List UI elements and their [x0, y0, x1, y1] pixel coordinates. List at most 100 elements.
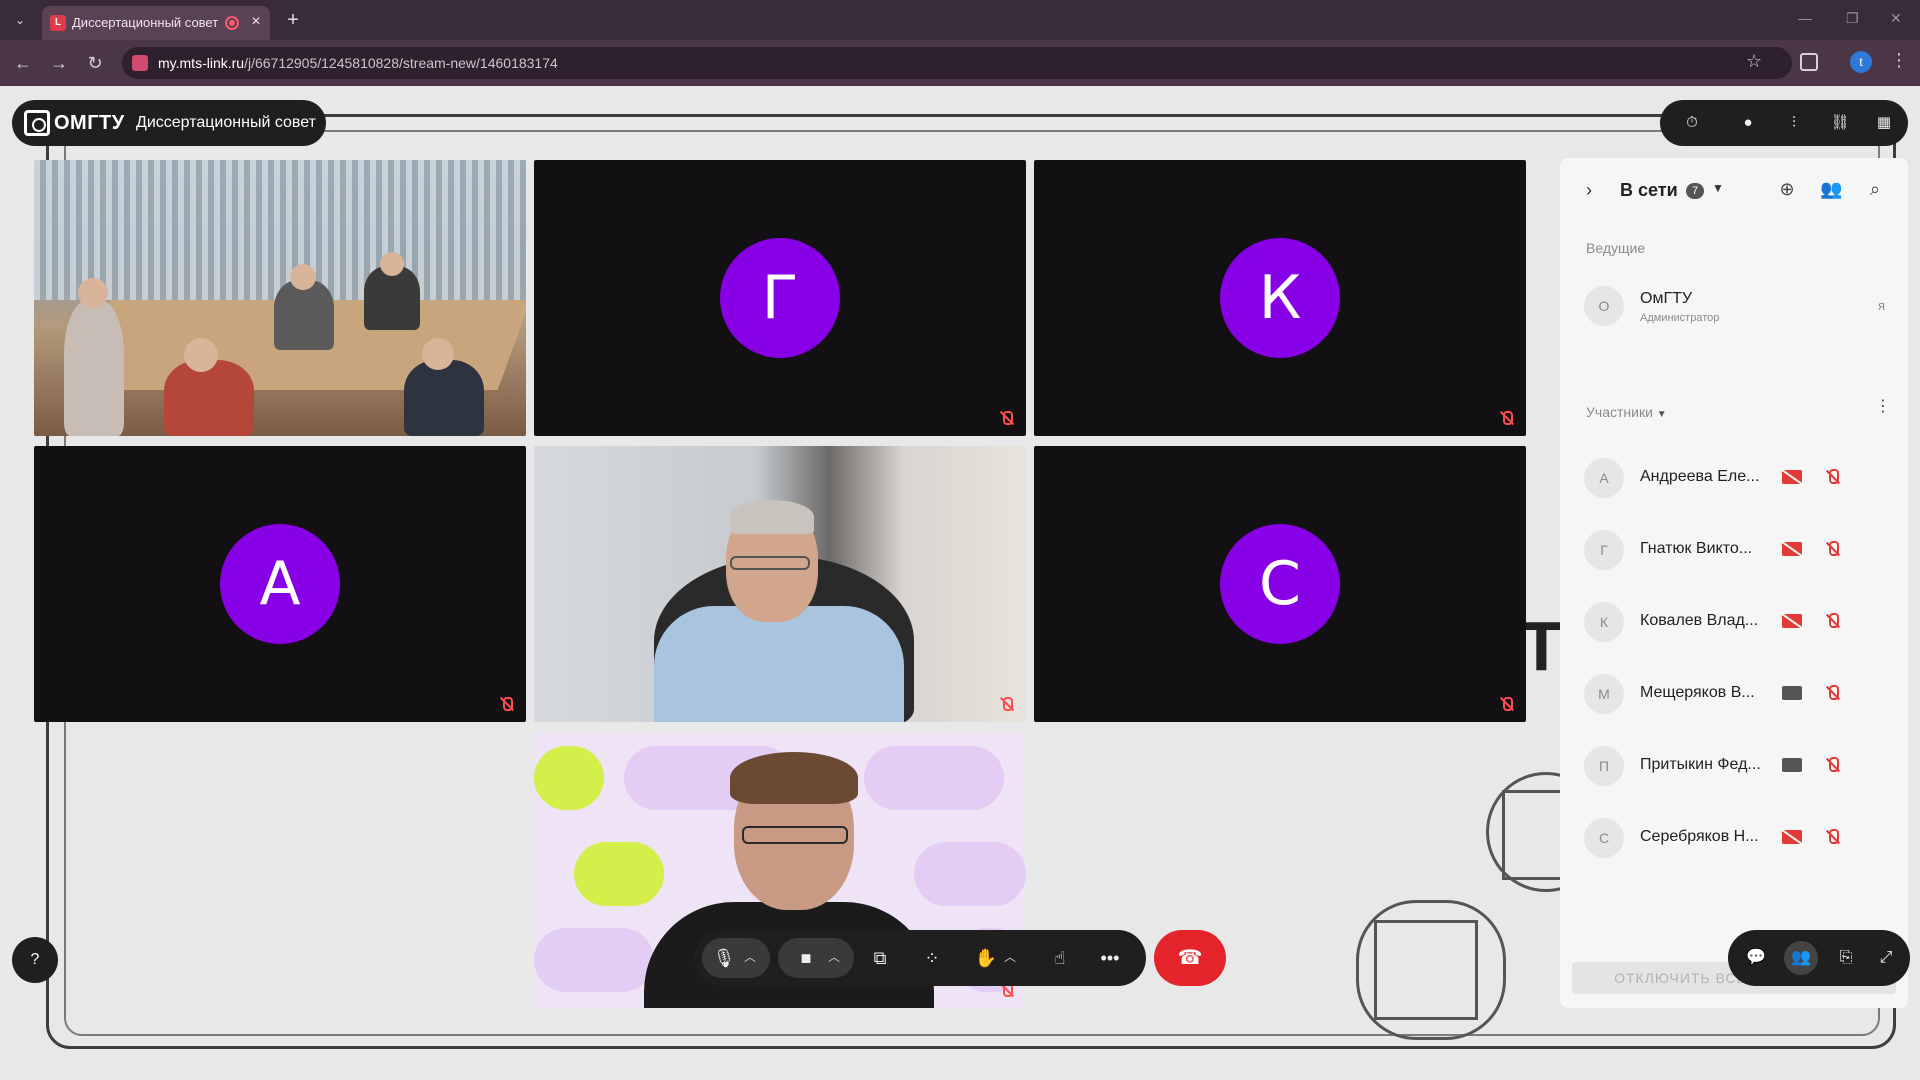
host-name: ОмГТУ [1640, 290, 1693, 307]
list-item[interactable]: С Серебряков Н... [1560, 808, 1908, 868]
group-icon[interactable]: 👥 [1820, 178, 1842, 200]
video-tile[interactable]: К [1034, 160, 1526, 436]
logo-icon [24, 110, 50, 136]
site-info-icon[interactable] [132, 55, 148, 71]
help-button[interactable]: ? [12, 937, 58, 983]
files-icon[interactable]: ⎘ [1834, 946, 1858, 970]
hangup-button[interactable]: ☎ [1154, 930, 1226, 986]
camera-icon[interactable]: ■ [794, 946, 818, 970]
list-item[interactable]: А Андреева Еле... [1560, 448, 1908, 508]
participant-avatar: Г [720, 238, 840, 358]
browser-tab[interactable]: L Диссертационный совет - × [42, 6, 270, 40]
video-tile[interactable]: С [1034, 446, 1526, 722]
minimize-icon[interactable]: — [1798, 10, 1812, 26]
participants-panel: › В сети 7 ▼ ⊕ 👥 ⌕ Ведущие О ОмГТУ Админ… [1560, 158, 1908, 1008]
hosts-label: Ведущие [1586, 240, 1646, 256]
add-participant-icon[interactable]: ⊕ [1776, 178, 1798, 200]
hangup-icon: ☎ [1177, 947, 1203, 969]
video-tile[interactable] [34, 160, 526, 436]
apps-grid-icon[interactable]: ▦ [1874, 113, 1894, 133]
reaction-icon[interactable]: ☝ [1048, 946, 1072, 970]
avatar: О [1584, 286, 1624, 326]
chevron-up-icon[interactable]: ︿ [828, 948, 840, 965]
mic-off-icon[interactable] [1824, 540, 1842, 558]
camera-off-icon[interactable] [1782, 614, 1802, 628]
timer-icon[interactable]: ⏱ [1682, 113, 1702, 133]
mic-off-icon[interactable] [1824, 828, 1842, 846]
video-tile[interactable] [534, 446, 1026, 722]
raise-hand-icon[interactable]: ✋ [974, 946, 998, 970]
participant-name: Андреева Еле... [1640, 468, 1760, 485]
new-tab-button[interactable]: + [282, 9, 304, 31]
extensions-icon[interactable] [1800, 53, 1818, 71]
mic-off-icon [998, 410, 1014, 426]
host-row[interactable]: О ОмГТУ Администратор я [1560, 276, 1908, 336]
mic-off-icon[interactable] [1824, 756, 1842, 774]
layout-icon[interactable]: ⤢ [1874, 946, 1898, 970]
participants-icon[interactable]: 👥 [1784, 941, 1818, 975]
chat-icon[interactable]: 💬 [1744, 946, 1768, 970]
panel-title[interactable]: В сети [1620, 180, 1678, 201]
participant-figure [164, 360, 254, 436]
participant-figure [78, 278, 108, 308]
camera-off-icon[interactable] [1782, 830, 1802, 844]
video-tile[interactable]: А [34, 446, 526, 722]
camera-off-icon[interactable] [1782, 542, 1802, 556]
screen-share-icon[interactable]: ⧉ [868, 946, 892, 970]
background-pill [914, 842, 1026, 906]
reload-icon[interactable]: ↻ [84, 52, 106, 74]
back-icon[interactable]: ← [12, 52, 34, 74]
mic-off-icon[interactable] [1824, 468, 1842, 486]
mic-off-icon [998, 696, 1014, 712]
participant-figure [742, 826, 848, 844]
more-options-icon[interactable]: ⋮ [1872, 396, 1894, 418]
participant-name: Мещеряков В... [1640, 684, 1755, 701]
call-controls: 🎙 ︿ ■ ︿ ⧉ ⁘ ✋ ︿ ☝ ••• [694, 930, 1146, 986]
camera-on-icon[interactable] [1782, 758, 1802, 772]
host-role: Администратор [1640, 312, 1720, 324]
camera-on-icon[interactable] [1782, 686, 1802, 700]
list-item[interactable]: Г Гнатюк Викто... [1560, 520, 1908, 580]
list-item[interactable]: П Притыкин Фед... [1560, 736, 1908, 796]
background-shape [1374, 920, 1478, 1020]
address-bar[interactable]: my.mts-link.ru/j/66712905/1245810828/str… [122, 47, 1792, 79]
participant-figure [730, 500, 814, 534]
audio-levels-icon[interactable]: ⫶ [1784, 113, 1804, 133]
menu-icon[interactable]: ⋮ [1890, 50, 1908, 71]
list-item[interactable]: К Ковалев Влад... [1560, 592, 1908, 652]
search-icon[interactable]: ⌕ [1864, 178, 1886, 200]
mic-off-icon [1498, 696, 1514, 712]
chevron-down-icon[interactable]: ▼ [1712, 181, 1724, 195]
restore-icon[interactable]: ❐ [1846, 10, 1859, 27]
more-icon[interactable]: ••• [1098, 946, 1122, 970]
avatar: С [1584, 818, 1624, 858]
chevron-up-icon[interactable]: ︿ [744, 948, 756, 965]
mic-off-icon[interactable] [1824, 612, 1842, 630]
forward-icon[interactable]: → [48, 52, 70, 74]
meeting-brand: ОМГТУ Диссертационный совет [12, 100, 326, 146]
list-item[interactable]: М Мещеряков В... [1560, 664, 1908, 724]
participant-avatar: А [220, 524, 340, 644]
mic-off-icon[interactable] [1824, 684, 1842, 702]
star-icon[interactable]: ☆ [1746, 51, 1762, 72]
profile-avatar[interactable]: t [1850, 51, 1872, 73]
tab-search-icon[interactable]: ⌄ [10, 10, 30, 30]
background-pill [864, 746, 1004, 810]
video-tile[interactable]: Г [534, 160, 1026, 436]
participants-label[interactable]: Участники ▼ [1586, 404, 1667, 420]
apps-icon[interactable]: ⁘ [920, 946, 944, 970]
tab-favicon-icon: L [50, 15, 66, 31]
me-label: я [1878, 298, 1886, 313]
close-window-icon[interactable]: ✕ [1890, 10, 1902, 27]
tab-close-icon[interactable]: × [247, 13, 265, 31]
collapse-panel-icon[interactable]: › [1586, 180, 1592, 201]
link-icon[interactable]: ⛓ [1830, 113, 1850, 133]
chevron-up-icon[interactable]: ︿ [1004, 948, 1016, 965]
background-pill [534, 928, 654, 992]
microphone-icon[interactable]: 🎙 [712, 946, 736, 970]
participant-name: Притыкин Фед... [1640, 756, 1761, 773]
record-icon[interactable]: ● [1738, 113, 1758, 133]
camera-off-icon[interactable] [1782, 470, 1802, 484]
room-title: Диссертационный совет [136, 114, 316, 131]
participant-figure [730, 752, 858, 804]
